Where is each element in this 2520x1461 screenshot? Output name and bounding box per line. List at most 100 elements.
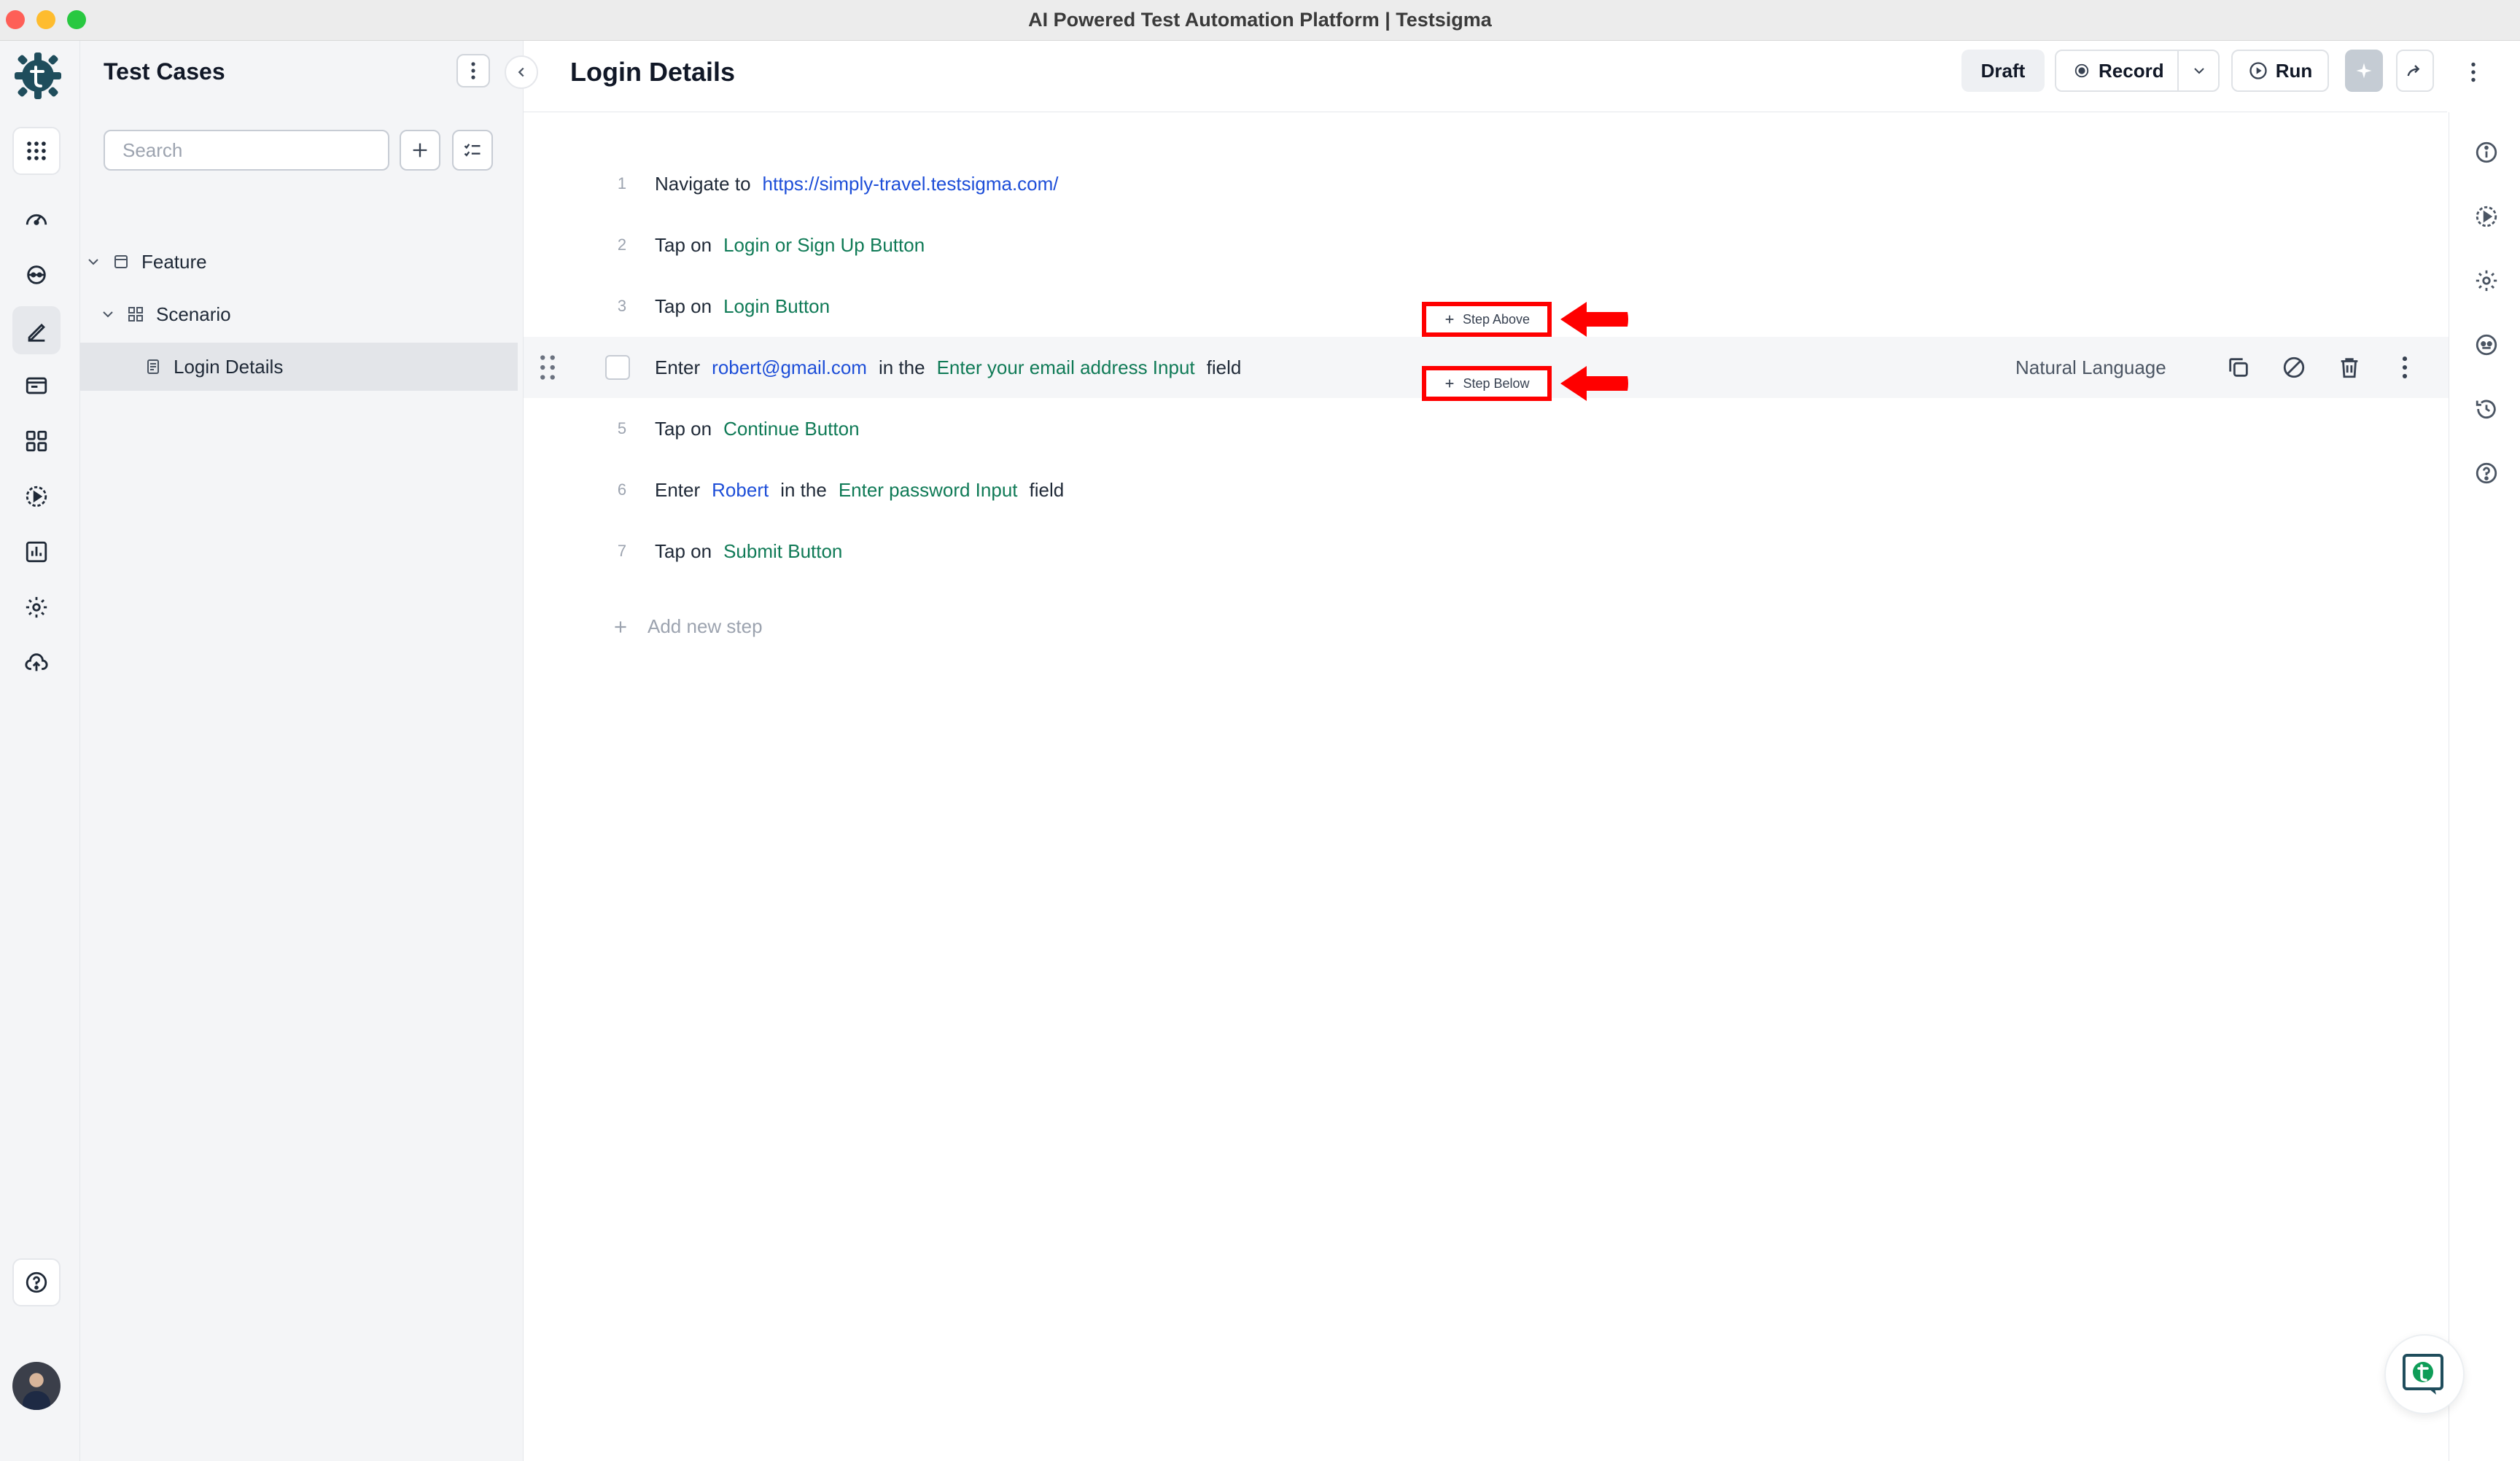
- natural-language-toggle[interactable]: Natural Language: [2015, 357, 2166, 379]
- chevron-down-icon[interactable]: [2190, 62, 2208, 79]
- test-step[interactable]: 5 Tap on Continue Button: [524, 398, 2449, 459]
- step-element[interactable]: Login or Sign Up Button: [723, 234, 925, 257]
- copy-icon[interactable]: [2224, 353, 2253, 382]
- reports-icon[interactable]: [12, 528, 61, 576]
- assistant-chat-button[interactable]: [2384, 1334, 2465, 1414]
- step-number: 3: [617, 297, 627, 315]
- chevron-down-icon[interactable]: [85, 253, 102, 270]
- panel-more-button[interactable]: [456, 54, 490, 87]
- help-icon[interactable]: [12, 1258, 61, 1306]
- plus-icon: [413, 143, 427, 157]
- elements-icon[interactable]: [12, 417, 61, 465]
- test-step[interactable]: 6 Enter Robert in the Enter password Inp…: [524, 459, 2449, 521]
- dashboard-icon[interactable]: [12, 195, 61, 244]
- step-action: Tap on: [655, 539, 712, 562]
- step-number: 7: [617, 542, 627, 560]
- tree-item-feature[interactable]: Feature: [80, 238, 524, 286]
- step-text: Enter Robert in the Enter password Input…: [655, 479, 1064, 502]
- step-action: Tap on: [655, 233, 712, 256]
- settings-icon[interactable]: [12, 583, 61, 631]
- step-below-button[interactable]: Step Below: [1422, 366, 1552, 401]
- minimize-window-button[interactable]: [36, 10, 55, 29]
- record-divider: [2177, 51, 2179, 90]
- step-connector: in the: [780, 478, 827, 501]
- select-mode-button[interactable]: [452, 130, 493, 171]
- draft-status-button[interactable]: Draft: [1961, 50, 2045, 92]
- step-action: Navigate to: [655, 172, 751, 195]
- apps-icon[interactable]: [12, 127, 61, 175]
- test-step[interactable]: 7 Tap on Submit Button: [524, 521, 2449, 582]
- step-text: Tap on Submit Button: [655, 540, 842, 563]
- step-url[interactable]: https://simply-travel.testsigma.com/: [763, 173, 1059, 195]
- help-icon[interactable]: [2474, 461, 2499, 486]
- step-element[interactable]: Continue Button: [723, 418, 859, 440]
- step-value[interactable]: Robert: [712, 479, 769, 502]
- header-more-button[interactable]: [2454, 51, 2492, 93]
- step-element[interactable]: Login Button: [723, 295, 830, 318]
- test-data-icon[interactable]: [12, 362, 61, 410]
- step-above-button[interactable]: Step Above: [1422, 302, 1552, 337]
- chevron-down-icon[interactable]: [99, 305, 117, 323]
- tree-item-scenario[interactable]: Scenario: [80, 290, 524, 338]
- editor-header: Login Details Draft Record Run: [524, 41, 2449, 112]
- test-step[interactable]: 1 Navigate to https://simply-travel.test…: [524, 153, 2449, 214]
- user-avatar[interactable]: [12, 1362, 61, 1410]
- panel-title: Test Cases: [104, 58, 225, 85]
- run-button[interactable]: Run: [2231, 50, 2329, 92]
- step-text: Enter robert@gmail.com in the Enter your…: [655, 357, 1241, 379]
- scenario-icon: [128, 307, 143, 322]
- disable-icon[interactable]: [2279, 353, 2309, 382]
- step-element[interactable]: Submit Button: [723, 540, 842, 563]
- step-value[interactable]: robert@gmail.com: [712, 357, 867, 379]
- collapse-panel-button[interactable]: [505, 55, 538, 89]
- record-button[interactable]: Record: [2055, 50, 2220, 92]
- close-window-button[interactable]: [6, 10, 25, 29]
- info-icon[interactable]: [2474, 140, 2499, 165]
- draft-label: Draft: [1980, 59, 2026, 82]
- ai-action-button[interactable]: [2345, 50, 2383, 92]
- step-element[interactable]: Enter password Input: [839, 479, 1018, 502]
- testsigma-logo-icon[interactable]: [12, 50, 64, 102]
- step-action: Tap on: [655, 417, 712, 440]
- step-number: 6: [617, 480, 627, 499]
- test-cases-icon[interactable]: [12, 306, 61, 354]
- window-title: AI Powered Test Automation Platform | Te…: [1028, 9, 1492, 31]
- drag-handle-icon[interactable]: [538, 354, 557, 381]
- tree-item-label: Login Details: [174, 355, 284, 378]
- step-above-label: Step Above: [1462, 311, 1531, 327]
- step-number: 5: [617, 419, 627, 437]
- search-input[interactable]: [104, 130, 389, 171]
- step-more-icon[interactable]: [2390, 353, 2419, 382]
- tree-item-label: Feature: [141, 250, 207, 273]
- step-below-label: Step Below: [1463, 375, 1530, 391]
- agent-icon[interactable]: [12, 251, 61, 299]
- step-number: 2: [617, 235, 627, 254]
- test-step[interactable]: 2 Tap on Login or Sign Up Button: [524, 214, 2449, 276]
- add-new-step[interactable]: Add new step: [611, 615, 763, 638]
- step-checkbox[interactable]: [605, 355, 630, 380]
- tree-item-login-details[interactable]: Login Details: [80, 343, 518, 391]
- checklist-icon: [464, 144, 481, 157]
- step-connector: in the: [878, 356, 925, 378]
- run-history-icon[interactable]: [2474, 204, 2499, 229]
- document-icon: [147, 359, 159, 374]
- kebab-icon: [2471, 62, 2476, 82]
- step-text: Tap on Login Button: [655, 295, 830, 318]
- step-number: 1: [617, 174, 627, 192]
- chevron-left-icon: [518, 67, 524, 77]
- runs-icon[interactable]: [12, 472, 61, 521]
- ai-agent-icon[interactable]: [2474, 332, 2499, 357]
- step-suffix: field: [1029, 478, 1065, 501]
- add-test-case-button[interactable]: [400, 130, 440, 171]
- step-element[interactable]: Enter your email address Input: [937, 357, 1195, 379]
- delete-icon[interactable]: [2335, 353, 2364, 382]
- annotation-arrow-icon: [1560, 302, 1628, 337]
- upload-icon[interactable]: [12, 639, 61, 687]
- record-label: Record: [2099, 59, 2164, 82]
- settings-icon[interactable]: [2474, 268, 2499, 293]
- assistant-icon: [2403, 1354, 2443, 1395]
- maximize-window-button[interactable]: [67, 10, 86, 29]
- step-text: Tap on Continue Button: [655, 418, 860, 440]
- share-button[interactable]: [2396, 50, 2434, 92]
- history-icon[interactable]: [2474, 397, 2499, 421]
